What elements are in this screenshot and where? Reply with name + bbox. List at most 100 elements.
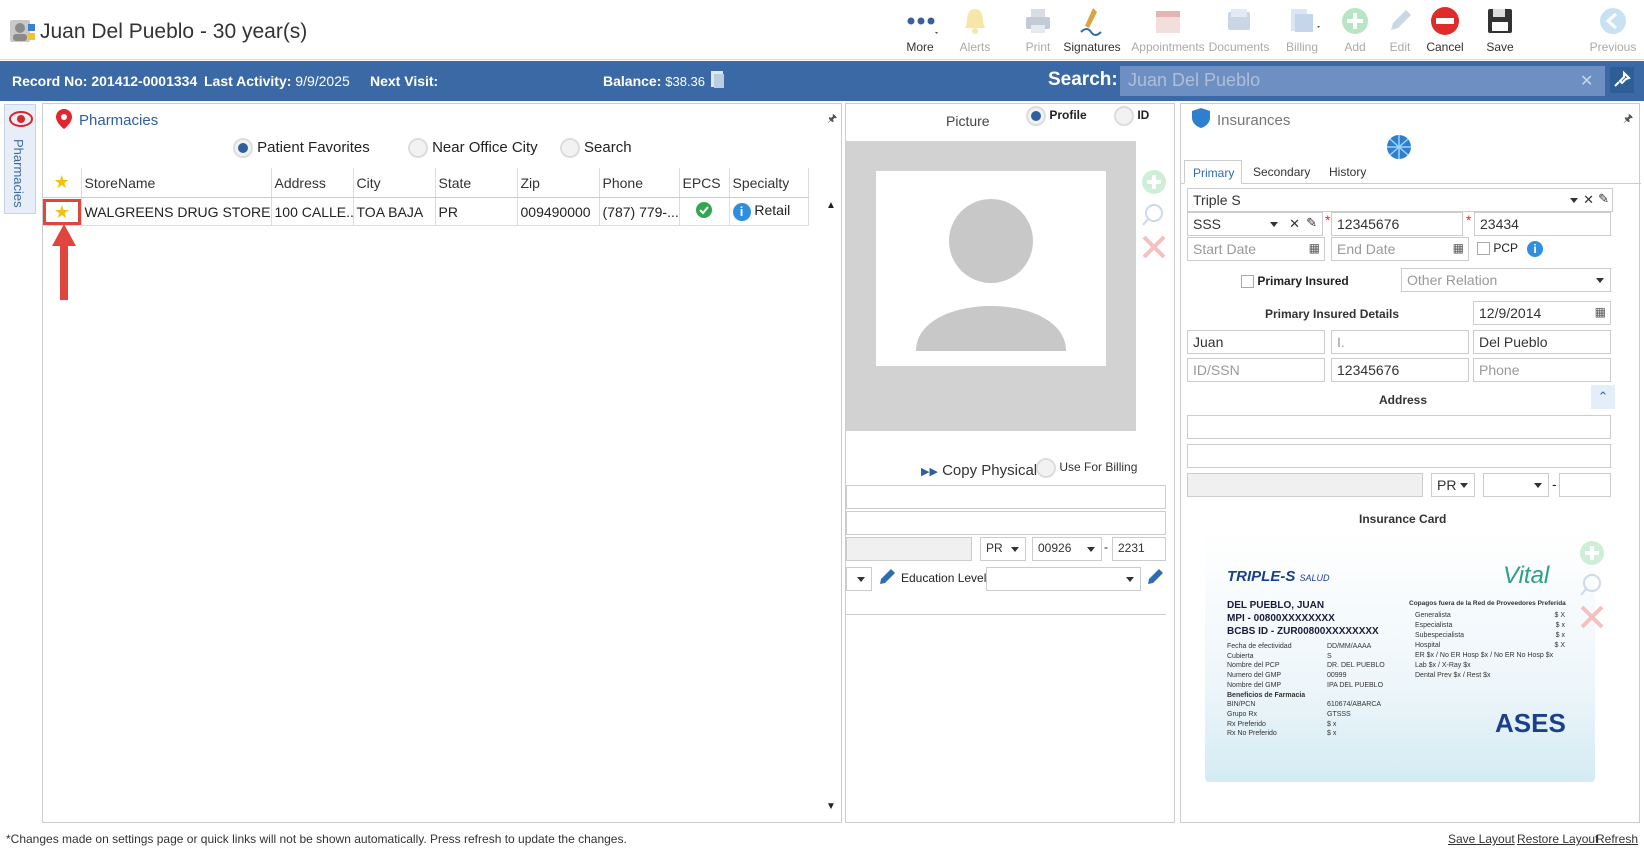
save-button[interactable]: Save <box>1470 4 1530 58</box>
balance: Balance: $38.36 <box>603 73 706 89</box>
insured-dob-input[interactable]: 12/9/2014 ▦ <box>1473 301 1611 325</box>
previous-label: Previous <box>1589 40 1637 54</box>
cancel-button[interactable]: Cancel <box>1415 4 1475 58</box>
zip-ext-input[interactable]: 2231 <box>1112 537 1166 561</box>
clear-search-icon[interactable]: ✕ <box>1580 71 1593 91</box>
zoom-card-icon[interactable] <box>1579 572 1605 603</box>
column-header[interactable]: Specialty <box>729 168 809 198</box>
tab-primary[interactable]: Primary <box>1184 160 1242 184</box>
insured-first-name-input[interactable]: Juan <box>1187 330 1325 354</box>
table-row[interactable]: ★ WALGREENS DRUG STORE #... 100 CALLE...… <box>43 197 809 226</box>
insurance-tabs: Primary Secondary History <box>1181 160 1641 184</box>
add-card-icon[interactable] <box>1579 540 1605 571</box>
add-photo-icon[interactable] <box>1141 169 1167 200</box>
edit-pencil-icon[interactable] <box>878 568 896 591</box>
column-header[interactable]: Zip <box>517 168 600 198</box>
delete-photo-icon[interactable] <box>1141 234 1167 265</box>
appointments-label: Appointments <box>1131 40 1205 54</box>
save-layout-link[interactable]: Save Layout <box>1448 832 1515 846</box>
insurance-plan-select[interactable]: Triple S ✕ ✎ <box>1187 188 1613 212</box>
previous-button[interactable]: Previous <box>1582 4 1644 58</box>
state-cell: PR <box>435 197 518 226</box>
insured-last-name-input[interactable]: Del Pueblo <box>1473 330 1611 354</box>
use-for-billing-toggle[interactable]: Use For Billing <box>1036 458 1137 478</box>
balance-detail-icon[interactable] <box>710 69 726 92</box>
insured-address-1-input[interactable] <box>1187 415 1611 439</box>
state-select[interactable]: PR <box>980 537 1026 561</box>
last-activity: Last Activity: 9/9/2025 <box>204 73 350 89</box>
pharmacies-side-tab[interactable]: Pharmacies <box>4 104 36 214</box>
pcp-checkbox[interactable]: PCP <box>1477 241 1518 256</box>
filter-near-office-city[interactable]: Near Office City <box>407 138 538 158</box>
alerts-button[interactable]: Alerts <box>945 4 1005 58</box>
column-header[interactable]: State <box>435 168 518 198</box>
scroll-down-icon[interactable]: ▼ <box>826 801 836 812</box>
favorite-column-header[interactable]: ★ <box>43 168 82 198</box>
insured-phone-input[interactable]: Phone <box>1473 358 1611 382</box>
zip-select[interactable]: 00926 <box>1032 537 1102 561</box>
search-pin-icon[interactable] <box>1610 67 1634 96</box>
start-date-input[interactable]: Start Date ▦ <box>1187 237 1325 261</box>
documents-button[interactable]: Documents <box>1206 4 1272 58</box>
coverage-select[interactable]: SSS ✕ ✎ <box>1187 212 1323 236</box>
end-date-input[interactable]: End Date ▦ <box>1331 237 1469 261</box>
column-header[interactable]: StoreName <box>81 168 272 198</box>
card-member-name: DEL PUEBLO, JUAN <box>1227 600 1325 611</box>
filter-search[interactable]: Search <box>559 138 632 158</box>
picture-option-id[interactable]: ID <box>1114 106 1149 126</box>
insured-member-id-input[interactable]: 12345676 <box>1331 358 1469 382</box>
side-tab-label: Pharmacies <box>11 139 26 208</box>
card-copay-row: Generalista $ X <box>1415 612 1565 619</box>
copy-physical-button[interactable]: ▶▶ Copy Physical <box>921 462 1037 479</box>
info-icon[interactable]: i <box>732 202 751 221</box>
zip-cell: 009490000 <box>517 197 600 226</box>
tab-secondary[interactable]: Secondary <box>1253 165 1310 179</box>
column-header[interactable]: EPCS <box>679 168 730 198</box>
address-section-label: Address <box>1379 393 1428 407</box>
city-input[interactable] <box>846 537 972 561</box>
zoom-photo-icon[interactable] <box>1141 202 1167 233</box>
primary-insured-checkbox[interactable]: Primary Insured <box>1241 274 1349 289</box>
insured-idssn-input[interactable]: ID/SSN <box>1187 358 1325 382</box>
insured-zip-ext-input[interactable] <box>1559 473 1611 497</box>
appointments-button[interactable]: Appointments <box>1131 4 1205 58</box>
top-toolbar: Juan Del Pueblo - 30 year(s) More Alerts… <box>0 0 1644 60</box>
billing-button[interactable]: Billing <box>1272 4 1332 58</box>
address-line-1-input[interactable] <box>846 485 1166 509</box>
pin-panel-icon[interactable]: 🖈 <box>827 110 837 129</box>
edit-education-pencil-icon[interactable] <box>1146 568 1164 591</box>
column-header[interactable]: City <box>353 168 436 198</box>
column-header[interactable]: Address <box>271 168 354 198</box>
insured-middle-initial-input[interactable]: I. <box>1331 330 1469 354</box>
collapse-up-icon[interactable]: ⌃ <box>1591 385 1615 409</box>
patient-info-bar: Record No: 201412-0001334 Last Activity:… <box>0 61 1644 101</box>
partial-select[interactable] <box>846 567 872 591</box>
pin-insurances-icon[interactable]: 🖈 <box>1623 110 1633 129</box>
column-header[interactable]: Phone <box>599 168 680 198</box>
policy-number-input[interactable]: 12345676 <box>1331 212 1463 236</box>
card-mpi: MPI - 00800XXXXXXXX <box>1227 613 1335 624</box>
pcp-info-icon[interactable]: i <box>1527 240 1543 258</box>
more-button[interactable]: More <box>890 4 950 58</box>
insured-address-2-input[interactable] <box>1187 444 1611 468</box>
restore-layout-link[interactable]: Restore Layout <box>1517 832 1598 846</box>
grid-header-row: ★ StoreName Address City State Zip Phone… <box>43 168 809 198</box>
delete-card-icon[interactable] <box>1579 604 1605 635</box>
filter-patient-favorites[interactable]: Patient Favorites <box>233 138 370 158</box>
education-level-select[interactable] <box>986 567 1141 591</box>
print-button[interactable]: Print <box>1008 4 1068 58</box>
insured-city-input[interactable] <box>1187 473 1423 497</box>
patient-search-input[interactable]: Juan Del Pueblo <box>1120 66 1605 96</box>
card-detail-row: Rx Preferido $ x <box>1227 720 1337 728</box>
tab-history[interactable]: History <box>1329 165 1366 179</box>
card-footer-logo: ASES <box>1495 708 1566 738</box>
signatures-button[interactable]: Signatures <box>1062 4 1122 58</box>
address-line-2-input[interactable] <box>846 511 1166 535</box>
scroll-up-icon[interactable]: ▲ <box>826 200 836 211</box>
other-relation-select[interactable]: Other Relation <box>1401 268 1611 292</box>
group-number-input[interactable]: 23434 <box>1474 212 1611 236</box>
insured-zip-select[interactable] <box>1483 473 1549 497</box>
picture-option-profile[interactable]: Profile <box>1026 106 1087 126</box>
insured-state-select[interactable]: PR <box>1431 473 1475 497</box>
refresh-link[interactable]: Refresh <box>1596 832 1638 846</box>
